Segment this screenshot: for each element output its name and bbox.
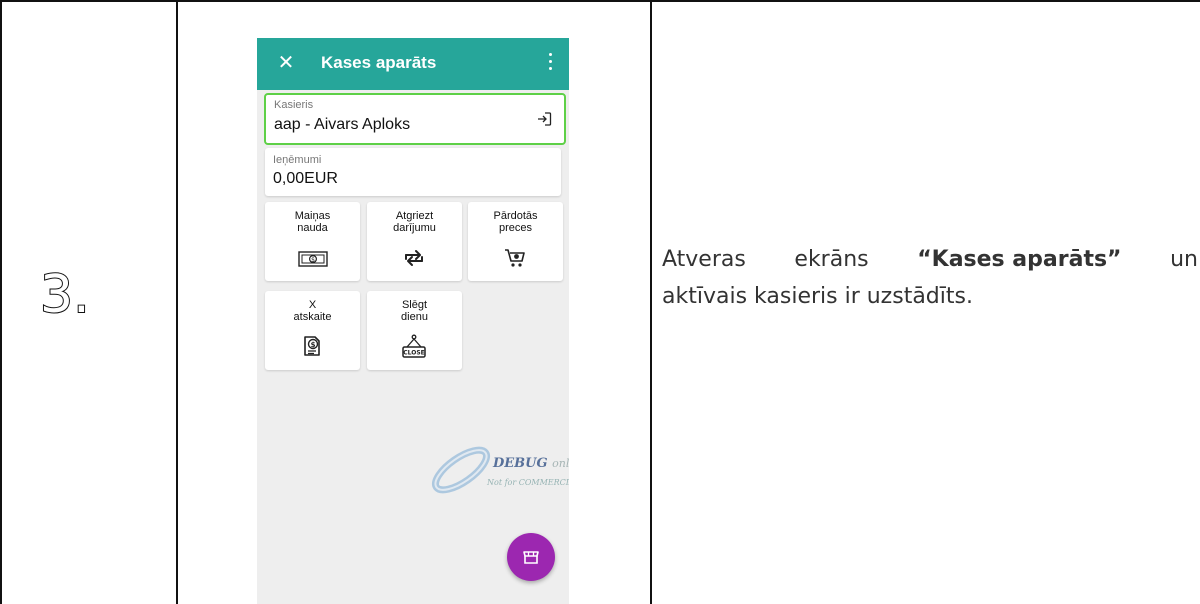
cashier-field[interactable]: Kasieris aap - Aivars Aploks <box>264 93 566 145</box>
revenue-value: 0,00EUR <box>273 170 338 187</box>
cart-icon <box>505 249 525 267</box>
description-word: Atveras <box>662 247 746 272</box>
revenue-label: Ieņēmumi <box>273 154 322 166</box>
description-word: ekrāns <box>794 247 869 272</box>
store-icon <box>523 551 539 564</box>
store-fab[interactable] <box>507 533 555 581</box>
tile-label: Maiņas nauda <box>294 210 331 234</box>
app-title: Kases aparāts <box>321 53 437 72</box>
tile-label: Slēgt dienu <box>401 299 428 323</box>
login-icon[interactable] <box>536 111 552 127</box>
report-icon: $ <box>304 336 320 356</box>
description-highlight: “Kases aparāts” <box>917 247 1122 272</box>
tile-refund-transaction[interactable]: Atgriezt darījumu <box>367 202 462 281</box>
tile-sold-goods[interactable]: Pārdotās preces <box>468 202 563 281</box>
tile-close-day[interactable]: Slēgt dienu CLOSE <box>367 291 462 370</box>
tile-label: Atgriezt darījumu <box>393 210 436 234</box>
watermark-line1: DEBUG only <box>493 456 569 471</box>
cashier-label: Kasieris <box>274 99 314 111</box>
step-description: Atveras ekrāns “Kases aparāts” un aktīva… <box>662 241 1198 315</box>
table-left-border <box>0 0 2 604</box>
cashier-value: aap - Aivars Aploks <box>274 116 411 133</box>
tile-x-report[interactable]: X atskaite $ <box>265 291 360 370</box>
close-icon[interactable]: ✕ <box>275 51 297 73</box>
watermark-logo <box>431 446 491 494</box>
column-divider-2 <box>650 0 652 604</box>
tile-change-money[interactable]: Maiņas nauda $ <box>265 202 360 281</box>
step-number: 3. <box>39 264 91 326</box>
close-sign-icon: CLOSE <box>402 334 426 358</box>
description-line-2: aktīvais kasieris ir uzstādīts. <box>662 284 973 309</box>
revenue-field: Ieņēmumi 0,00EUR <box>265 148 561 196</box>
cash-icon: $ <box>298 251 328 267</box>
swap-icon <box>405 250 423 266</box>
svg-text:CLOSE: CLOSE <box>403 350 425 357</box>
svg-text:$: $ <box>311 256 315 263</box>
description-word: un <box>1170 247 1198 272</box>
column-divider-1 <box>176 0 178 604</box>
tile-label: Pārdotās preces <box>493 210 538 234</box>
tile-label: X atskaite <box>293 299 332 323</box>
svg-text:$: $ <box>311 341 316 349</box>
phone-screenshot: ✕ Kases aparāts Kasieris aap - Aivars Ap… <box>257 38 569 604</box>
table-top-border <box>0 0 1200 2</box>
debug-watermark: DEBUG only Not for COMMERCIAL <box>427 440 569 500</box>
description-line-1: Atveras ekrāns “Kases aparāts” un <box>662 241 1198 278</box>
app-bar: ✕ Kases aparāts <box>257 38 569 90</box>
more-vert-icon[interactable] <box>549 53 553 73</box>
watermark-line2: Not for COMMERCIAL <box>487 478 569 487</box>
